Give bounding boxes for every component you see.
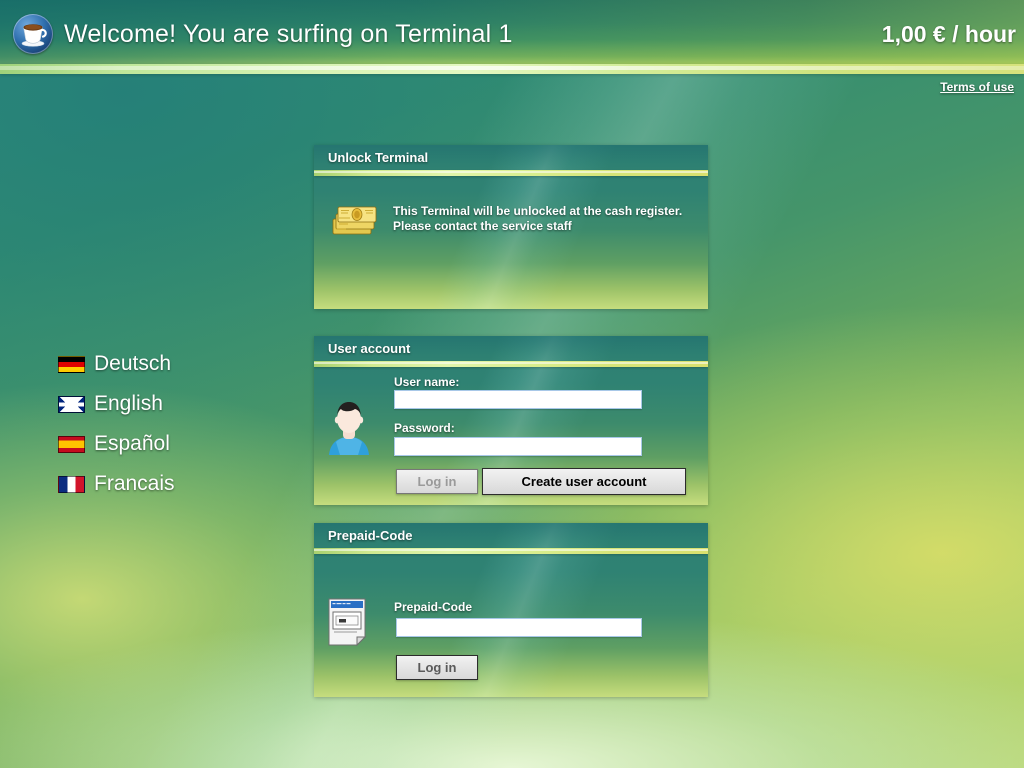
spanish-flag-icon xyxy=(58,435,85,453)
language-item-deutsch[interactable]: Deutsch xyxy=(58,344,268,384)
prepaid-code-panel: Prepaid-Code xyxy=(314,523,708,697)
panel-content: Unlock Terminal xyxy=(314,145,708,176)
panel-title: Unlock Terminal xyxy=(314,145,708,170)
username-label: User name: xyxy=(394,375,460,389)
panel-title-rule xyxy=(314,361,708,367)
language-label: Deutsch xyxy=(94,352,172,375)
language-item-espanol[interactable]: Español xyxy=(58,424,268,464)
prepaid-code-input[interactable] xyxy=(396,618,642,637)
price-rate-label: 1,00 € / hour xyxy=(881,21,1016,47)
language-label: English xyxy=(94,392,163,415)
language-item-english[interactable]: English xyxy=(58,384,268,424)
prepaid-login-button[interactable]: Log in xyxy=(396,655,478,680)
panel-title-rule xyxy=(314,548,708,554)
panel-content: User account xyxy=(314,336,708,367)
user-login-button[interactable]: Log in xyxy=(396,469,478,494)
panel-content: Prepaid-Code xyxy=(314,523,708,554)
german-flag-icon xyxy=(58,355,85,373)
language-item-francais[interactable]: Francais xyxy=(58,464,268,504)
password-label: Password: xyxy=(394,421,455,435)
language-label: Francais xyxy=(94,472,175,495)
terminal-login-screen: Welcome! You are surfing on Terminal 1 1… xyxy=(0,0,1024,768)
unlock-message-row: This Terminal will be unlocked at the ca… xyxy=(314,200,682,240)
user-avatar-icon xyxy=(324,393,374,459)
create-user-account-button[interactable]: Create user account xyxy=(482,468,686,495)
french-flag-icon xyxy=(58,475,85,493)
language-selector: Deutsch English Español Francais xyxy=(58,344,268,504)
panel-title: User account xyxy=(314,336,708,361)
prepaid-code-label: Prepaid-Code xyxy=(394,600,473,614)
unlock-terminal-panel: Unlock Terminal This Terminal will be un… xyxy=(314,145,708,309)
uk-flag-icon xyxy=(58,395,85,413)
header-accent-band xyxy=(0,64,1024,74)
banknotes-money-icon xyxy=(330,200,380,240)
panel-title: Prepaid-Code xyxy=(314,523,708,548)
prepaid-card-icon xyxy=(327,597,373,647)
coffee-cup-icon xyxy=(13,14,53,54)
header-accent-highlight xyxy=(0,66,1024,70)
header-bar: Welcome! You are surfing on Terminal 1 1… xyxy=(0,0,1024,64)
terms-of-use-link[interactable]: Terms of use xyxy=(940,80,1014,94)
panel-title-rule xyxy=(314,170,708,176)
page-title: Welcome! You are surfing on Terminal 1 xyxy=(64,20,513,48)
username-input[interactable] xyxy=(394,390,642,409)
language-label: Español xyxy=(94,432,170,455)
password-input[interactable] xyxy=(394,437,642,456)
unlock-message-text: This Terminal will be unlocked at the ca… xyxy=(393,204,683,233)
